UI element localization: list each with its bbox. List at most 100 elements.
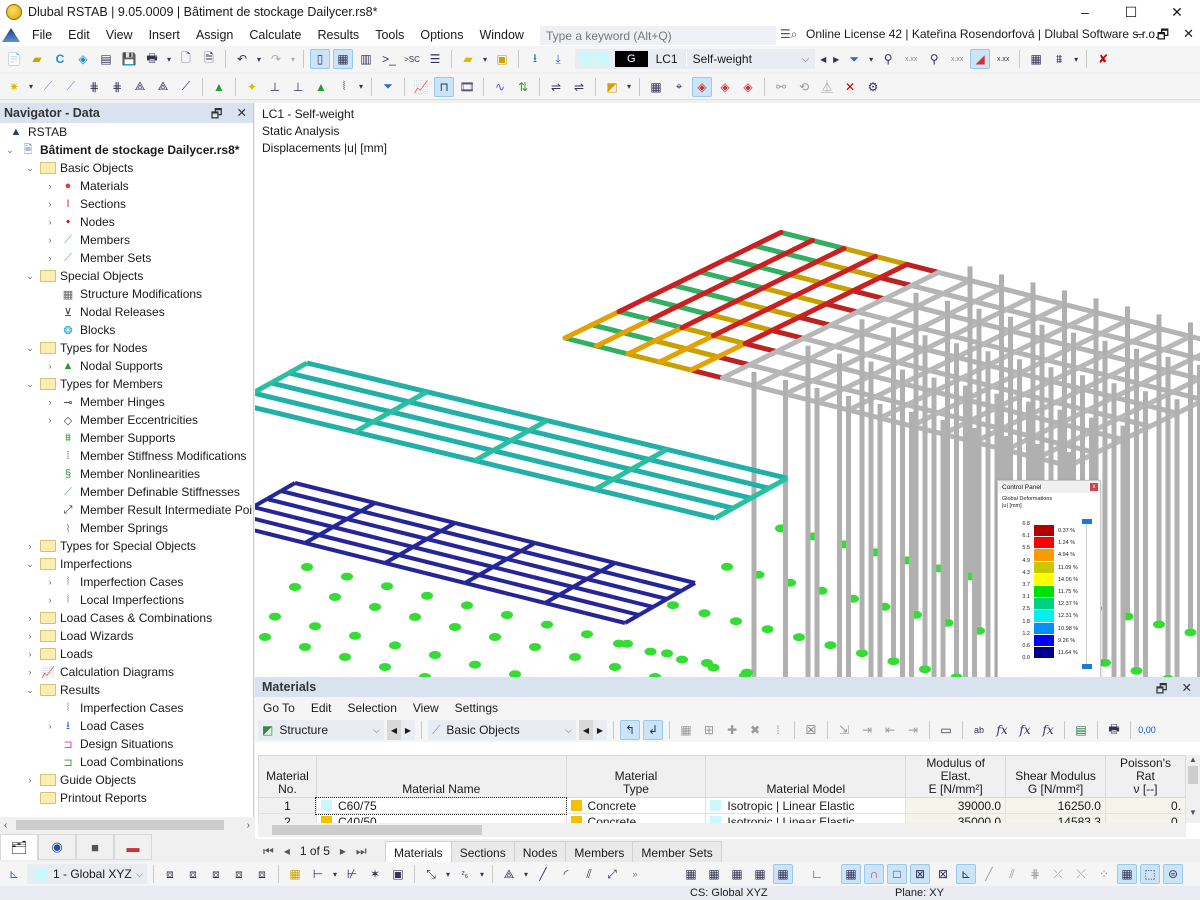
section-cut-2-icon[interactable]: ⇌ [569, 77, 589, 97]
node-display-icon[interactable]: ✶ [365, 864, 385, 884]
new-load-case-icon[interactable]: ⭳ [525, 49, 545, 69]
doc-minimize-button[interactable]: – [1136, 26, 1143, 48]
chevron-down-icon[interactable]: ⌄ [4, 145, 16, 156]
ortho-icon[interactable]: ⊾ [956, 864, 976, 884]
member-grid-icon[interactable]: ⋕ [84, 77, 104, 97]
coordinate-system-icon[interactable]: ⊾ [4, 864, 24, 884]
doc-close-button[interactable]: ✕ [1183, 26, 1194, 48]
material-name-cell[interactable]: C60/75 [315, 796, 568, 815]
material-model-cell[interactable]: Isotropic | Linear Elastic [705, 797, 907, 814]
snap-line-icon[interactable]: ╱ [979, 864, 999, 884]
minimize-button[interactable]: – [1062, 0, 1108, 24]
navigator-h-scrollbar[interactable]: ‹ › [0, 817, 254, 833]
chevron-right-icon[interactable]: › [24, 613, 36, 623]
section-results-icon[interactable]: ▦ [1026, 49, 1046, 69]
new-node-icon[interactable]: ✷ [4, 77, 24, 97]
navigator-item-local-imperfections[interactable]: › ⦚ Local Imperfections [0, 591, 253, 609]
view-iso-2-icon[interactable]: ◈ [715, 77, 735, 97]
column-header[interactable]: Shear Modulus G [N/mm²] [1005, 755, 1106, 798]
chevron-right-icon[interactable]: › [24, 775, 36, 785]
navigator-item-blocks[interactable]: ❂ Blocks [0, 321, 253, 339]
node-dropdown-icon[interactable]: ▾ [27, 77, 35, 97]
navigator-item-structure-modifications[interactable]: ▦ Structure Modifications [0, 285, 253, 303]
print-icon[interactable]: 🖶 [142, 49, 162, 69]
member-axes-dropdown-icon[interactable]: ▾ [331, 864, 339, 884]
new-model-icon[interactable]: 📄 [4, 49, 24, 69]
navigator-item-rstab[interactable]: ▲ RSTAB [0, 123, 253, 141]
numbering-dropdown-icon[interactable]: ▾ [478, 864, 486, 884]
navigator-item-imperfection-cases[interactable]: ⦚ Imperfection Cases [0, 699, 253, 717]
frame-view-icon[interactable]: ⊓ [434, 76, 454, 97]
doc-restore-button[interactable]: 🗗 [1157, 26, 1169, 48]
column-header[interactable]: Material No. [258, 755, 317, 798]
clear-table-icon[interactable]: ☒ [801, 720, 821, 740]
magnet-icon[interactable]: ∩ [864, 864, 884, 884]
table-row[interactable]: 1 C60/75 Concrete Isotropic | Linear Elasti… [258, 796, 1187, 815]
mirror-icon[interactable]: ⏅ [817, 77, 837, 97]
view-split-icon[interactable]: ▭ [936, 720, 956, 740]
menu-results[interactable]: Results [310, 28, 368, 42]
navigator-item-load-wizards[interactable]: › Load Wizards [0, 627, 253, 645]
chevron-right-icon[interactable]: › [24, 631, 36, 641]
delete-row-icon[interactable]: ✖ [745, 720, 765, 740]
snap-perp-icon[interactable]: ⋕ [1025, 864, 1045, 884]
column-header[interactable]: Modulus of Elast. E [N/mm²] [905, 755, 1007, 798]
member-load-2-icon[interactable]: ⊥ [288, 77, 308, 97]
new-member-set-icon[interactable]: ⟋ [176, 77, 196, 97]
next-table-icon[interactable]: ▶ [401, 720, 415, 740]
snap-cross-icon[interactable]: ⊠ [910, 864, 930, 884]
table-tab-members[interactable]: Members [565, 841, 634, 863]
save-icon[interactable]: 💾 [119, 49, 139, 69]
table-h-scrollbar[interactable] [258, 823, 1186, 837]
navigator-item-b-timent-de-stockage-dailycer-rs8[interactable]: ⌄ 🗎 Bâtiment de stockage Dailycer.rs8* [0, 141, 253, 159]
table-menu-view[interactable]: View [405, 701, 447, 715]
surface-dropdown-icon[interactable]: ▾ [481, 49, 489, 69]
navigator-item-calculation-diagrams[interactable]: › 📈 Calculation Diagrams [0, 663, 253, 681]
display-options-icon[interactable]: ▣ [388, 864, 408, 884]
dlubal-center-icon[interactable]: C [50, 49, 70, 69]
display-numbering-icon[interactable]: ▦ [285, 864, 305, 884]
navigator-results-tab[interactable]: ▬ [114, 834, 152, 860]
last-page-icon[interactable]: ⏭ [356, 844, 367, 859]
column-header[interactable]: Material Type [565, 755, 707, 798]
result-beam-icon[interactable]: ⩩ [1049, 49, 1069, 69]
local-axes-icon[interactable]: ⊬ [342, 864, 362, 884]
chevron-down-icon[interactable]: ⌄ [24, 271, 36, 282]
new-member-icon[interactable]: ⟋ [38, 77, 58, 97]
tables-toggle-icon[interactable]: ▦ [333, 49, 353, 69]
table-tab-materials[interactable]: Materials [385, 841, 452, 863]
diagram-values-icon[interactable]: x.xx [993, 49, 1013, 69]
navigator-item-loads[interactable]: › Loads [0, 645, 253, 663]
formula-delete-icon[interactable]: fx [1015, 720, 1035, 740]
navigator-item-member-definable-stiffnesses[interactable]: ⟋ Member Definable Stiffnesses [0, 483, 253, 501]
decimal-places-icon[interactable]: 0,00 [1137, 720, 1157, 740]
chevron-right-icon[interactable]: › [24, 541, 36, 551]
numbering-icon[interactable]: ²₆ [455, 864, 475, 884]
workplane-icon[interactable]: ∟ [807, 864, 827, 884]
deformation-icon[interactable]: ⚲ [878, 49, 898, 69]
clear-results-icon[interactable]: ✘ [1093, 49, 1113, 69]
color-scale-icon[interactable]: ◩ [602, 77, 622, 97]
surface-select-icon[interactable]: ▰ [458, 49, 478, 69]
table-tab-sections[interactable]: Sections [450, 841, 515, 863]
navigator-item-basic-objects[interactable]: ⌄ Basic Objects [0, 159, 253, 177]
navigator-item-types-for-members[interactable]: ⌄ Types for Members [0, 375, 253, 393]
table-menu-edit[interactable]: Edit [303, 701, 340, 715]
guide-icon[interactable]: ⬚ [1140, 864, 1160, 884]
chevron-right-icon[interactable]: › [44, 361, 56, 371]
text-format-icon[interactable]: ab [969, 720, 989, 740]
new-report-icon[interactable]: 🗋 [176, 49, 196, 69]
member-hatch-icon[interactable]: ⫽ [579, 864, 599, 884]
prev-object-icon[interactable]: ◀ [579, 720, 593, 740]
line-display-dropdown-icon[interactable]: ▾ [444, 864, 452, 884]
nodal-load-icon[interactable]: ✦ [242, 77, 262, 97]
navigator-display-tab[interactable]: ◉ [38, 834, 76, 860]
toolbar-overflow-icon[interactable]: » [625, 864, 645, 884]
column-header[interactable]: Material Name [315, 755, 567, 798]
member-polyline-icon[interactable]: ⟁ [130, 77, 150, 97]
close-button[interactable]: ✕ [1154, 0, 1200, 24]
chevron-right-icon[interactable]: › [44, 415, 56, 425]
result-values-icon[interactable]: x.xx [901, 49, 921, 69]
view-default-icon[interactable]: ⧈ [160, 864, 180, 884]
snap-points-icon[interactable]: ▦ [841, 864, 861, 884]
